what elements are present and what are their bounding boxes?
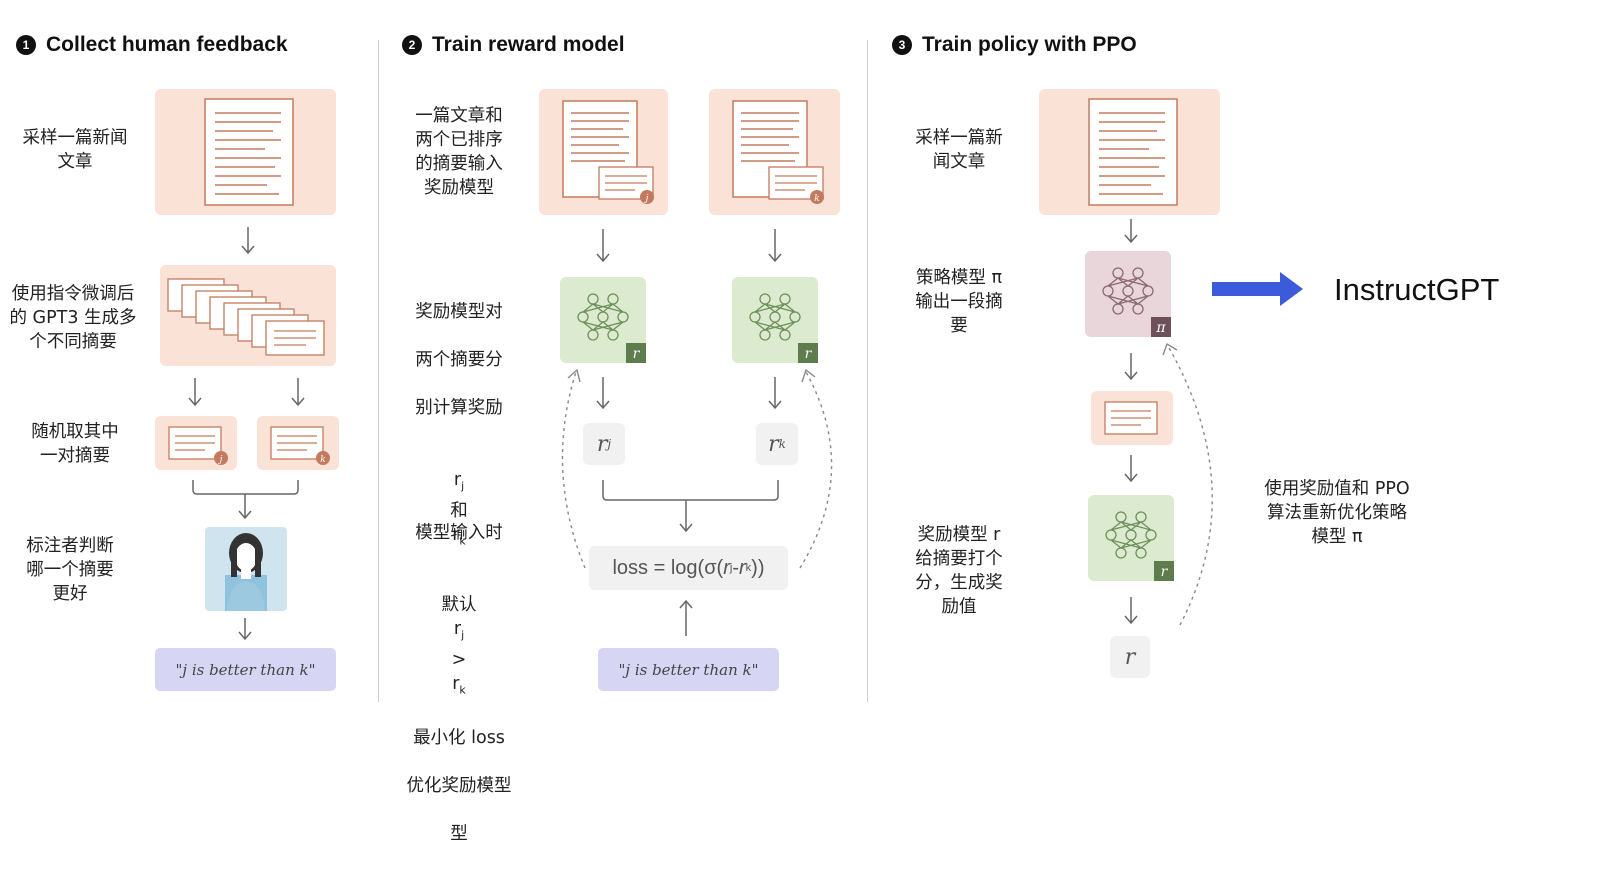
col2-loss-line-4: 优化奖励模型: [406, 776, 512, 796]
result-arrow-icon: [1212, 272, 1303, 306]
col2-loss-line-5: 型: [450, 824, 468, 844]
col3-arrows: [1124, 219, 1303, 626]
instructgpt-label: InstructGPT: [1334, 272, 1500, 307]
